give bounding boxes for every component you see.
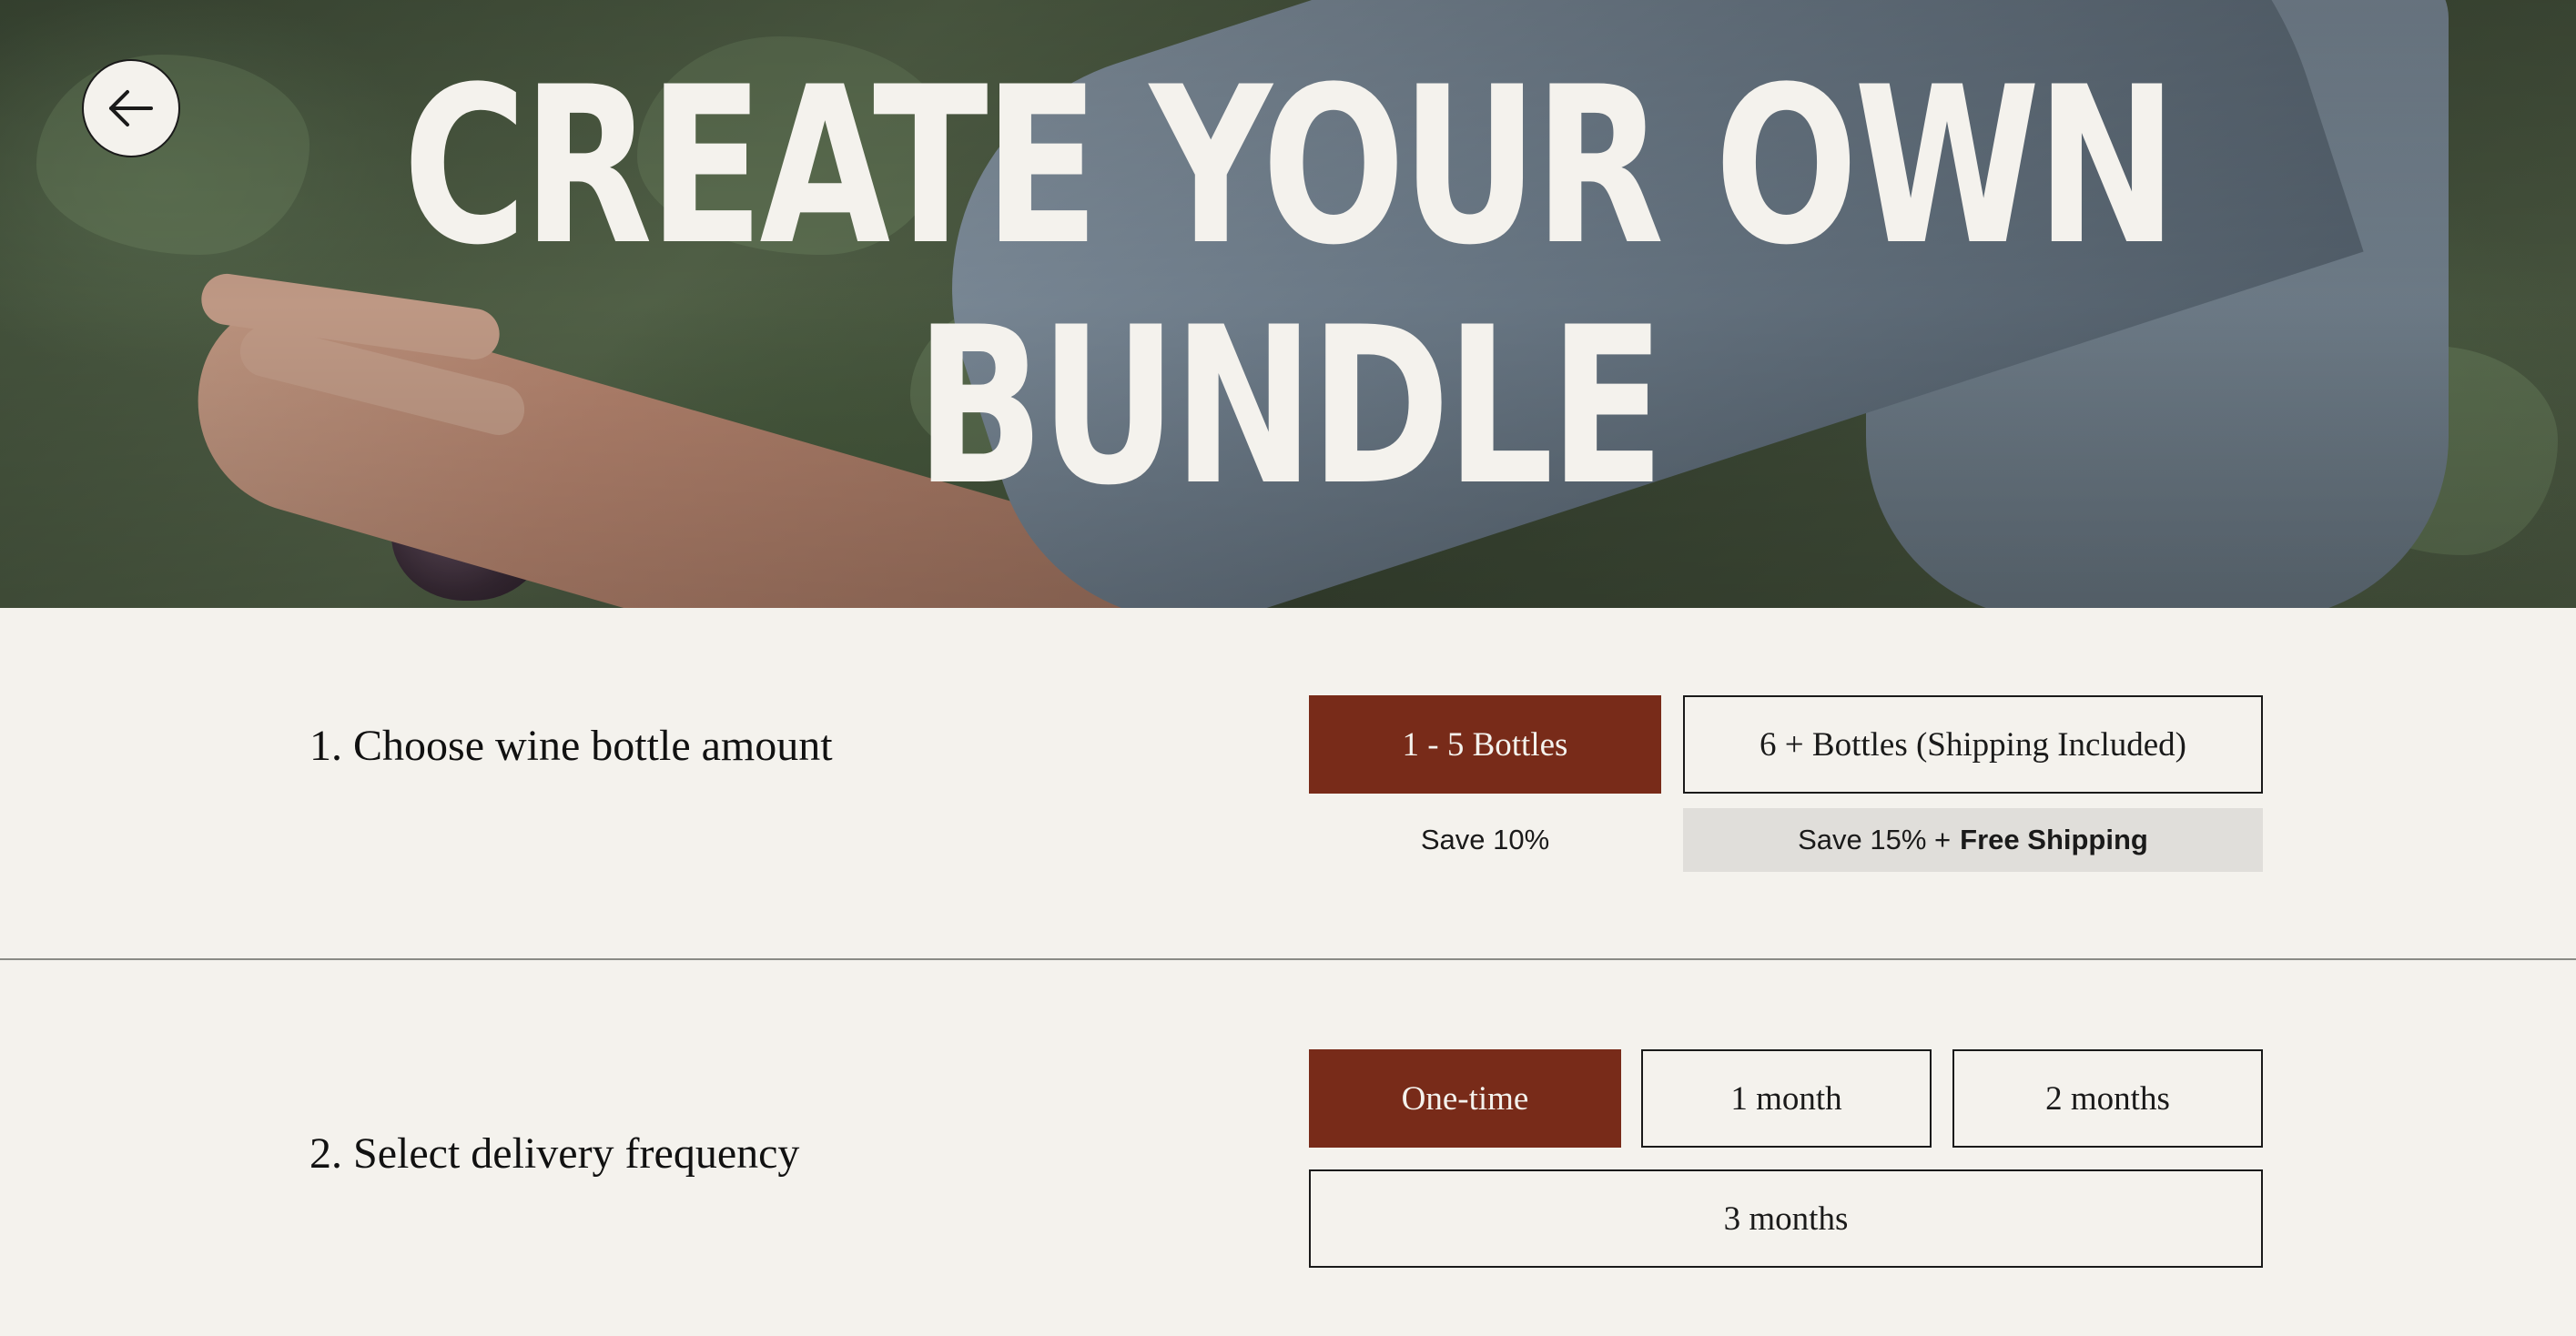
savings-note-6-plus: Save 15% + Free Shipping <box>1683 808 2263 872</box>
option-1-5-bottles[interactable]: 1 - 5 Bottles <box>1309 695 1661 794</box>
savings-note-1-5: Save 10% <box>1420 824 1550 855</box>
back-button[interactable] <box>82 59 180 157</box>
delivery-frequency-heading: 2. Select delivery frequency <box>309 1129 800 1178</box>
page-title: CREATE YOUR OWN BUNDLE <box>283 47 2292 528</box>
frequency-2-months[interactable]: 2 months <box>1952 1049 2263 1148</box>
hero-banner: CREATE YOUR OWN BUNDLE <box>0 0 2576 608</box>
page-title-line-2: BUNDLE <box>915 281 1665 533</box>
frequency-one-time[interactable]: One-time <box>1309 1049 1621 1148</box>
bottle-amount-section: 1. Choose wine bottle amount 1 - 5 Bottl… <box>0 608 2576 960</box>
delivery-frequency-section: 2. Select delivery frequency One-time 1 … <box>0 960 2576 1336</box>
frequency-1-month[interactable]: 1 month <box>1641 1049 1932 1148</box>
bottle-amount-heading: 1. Choose wine bottle amount <box>309 722 833 770</box>
page-title-line-1: CREATE YOUR OWN <box>402 41 2177 293</box>
arrow-left-icon <box>109 90 153 127</box>
frequency-3-months[interactable]: 3 months <box>1309 1169 2263 1268</box>
option-6-plus-bottles[interactable]: 6 + Bottles (Shipping Included) <box>1683 695 2263 794</box>
savings-note-text: Save 15% + <box>1798 824 1952 855</box>
free-shipping-text: Free Shipping <box>1960 824 2148 855</box>
